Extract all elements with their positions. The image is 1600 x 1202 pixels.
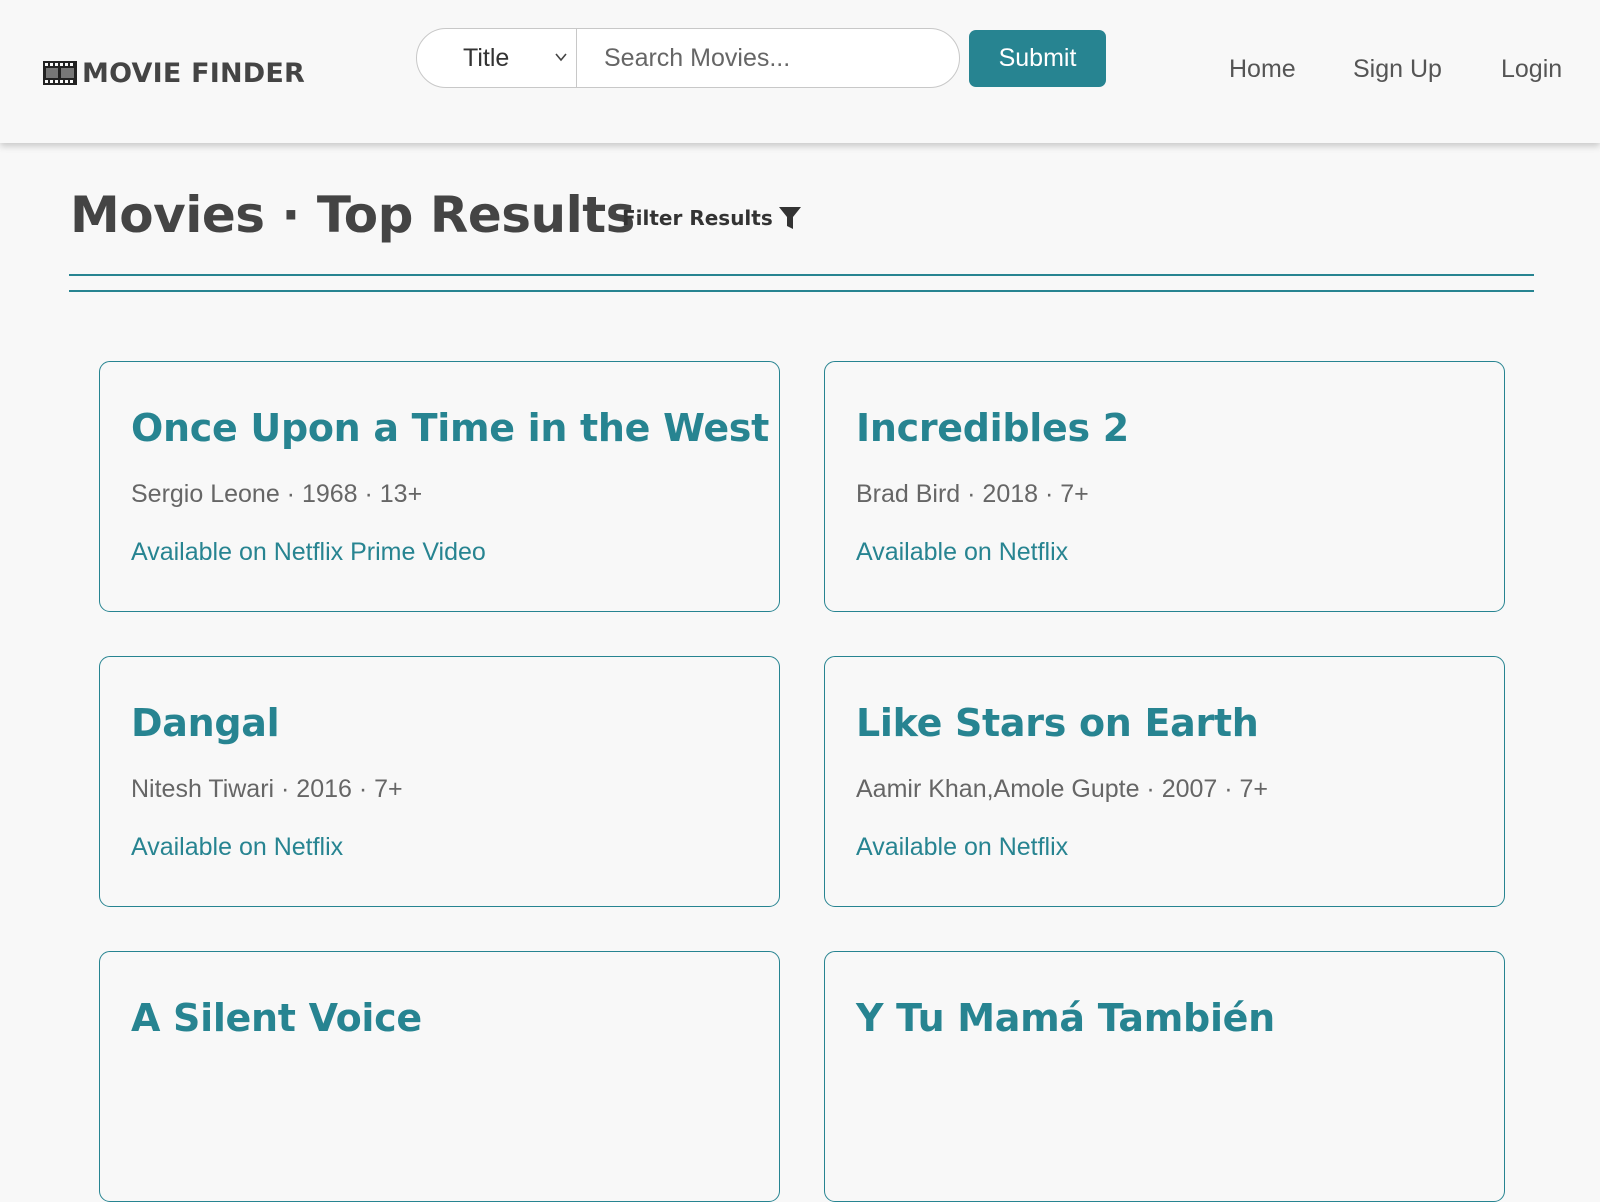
movie-meta: Nitesh Tiwari · 2016 · 7+ (131, 775, 403, 803)
movie-availability: Available on Netflix (131, 833, 344, 861)
movie-card[interactable]: Once Upon a Time in the West Sergio Leon… (99, 361, 780, 612)
nav-sign-up-link[interactable]: Sign Up (1353, 55, 1442, 84)
movie-title: Like Stars on Earth (856, 701, 1259, 745)
movie-title: A Silent Voice (131, 996, 422, 1040)
filter-results-button[interactable]: Filter Results (622, 206, 801, 230)
movie-title: Once Upon a Time in the West (131, 406, 769, 450)
movie-card[interactable]: A Silent Voice (99, 951, 780, 1202)
results-heading: Movies · Top Results Filter Results (70, 180, 801, 250)
movie-title: Incredibles 2 (856, 406, 1129, 450)
nav-home-link[interactable]: Home (1229, 55, 1296, 84)
movie-title: Dangal (131, 701, 280, 745)
filter-funnel-icon (778, 207, 801, 229)
movie-card[interactable]: Like Stars on Earth Aamir Khan,Amole Gup… (824, 656, 1505, 907)
movie-card[interactable]: Y Tu Mamá También (824, 951, 1505, 1202)
movie-meta: Brad Bird · 2018 · 7+ (856, 480, 1089, 508)
nav-login-link[interactable]: Login (1501, 55, 1562, 84)
movie-availability: Available on Netflix (856, 833, 1069, 861)
filter-results-label: Filter Results (622, 206, 773, 230)
heading-divider-top (69, 274, 1534, 276)
page-title: Movies · Top Results (70, 186, 635, 244)
movie-meta: Sergio Leone · 1968 · 13+ (131, 480, 423, 508)
top-navbar: MOVIE FINDER Title Submit Home Sign Up L… (0, 0, 1600, 143)
movie-availability: Available on Netflix Prime Video (131, 538, 486, 566)
movie-card[interactable]: Dangal Nitesh Tiwari · 2016 · 7+ Availab… (99, 656, 780, 907)
movie-meta: Aamir Khan,Amole Gupte · 2007 · 7+ (856, 775, 1269, 803)
heading-divider-bottom (69, 290, 1534, 292)
movie-card[interactable]: Incredibles 2 Brad Bird · 2018 · 7+ Avai… (824, 361, 1505, 612)
movie-availability: Available on Netflix (856, 538, 1069, 566)
movie-title: Y Tu Mamá También (856, 996, 1275, 1040)
nav-links: Home Sign Up Login (0, 55, 1600, 87)
